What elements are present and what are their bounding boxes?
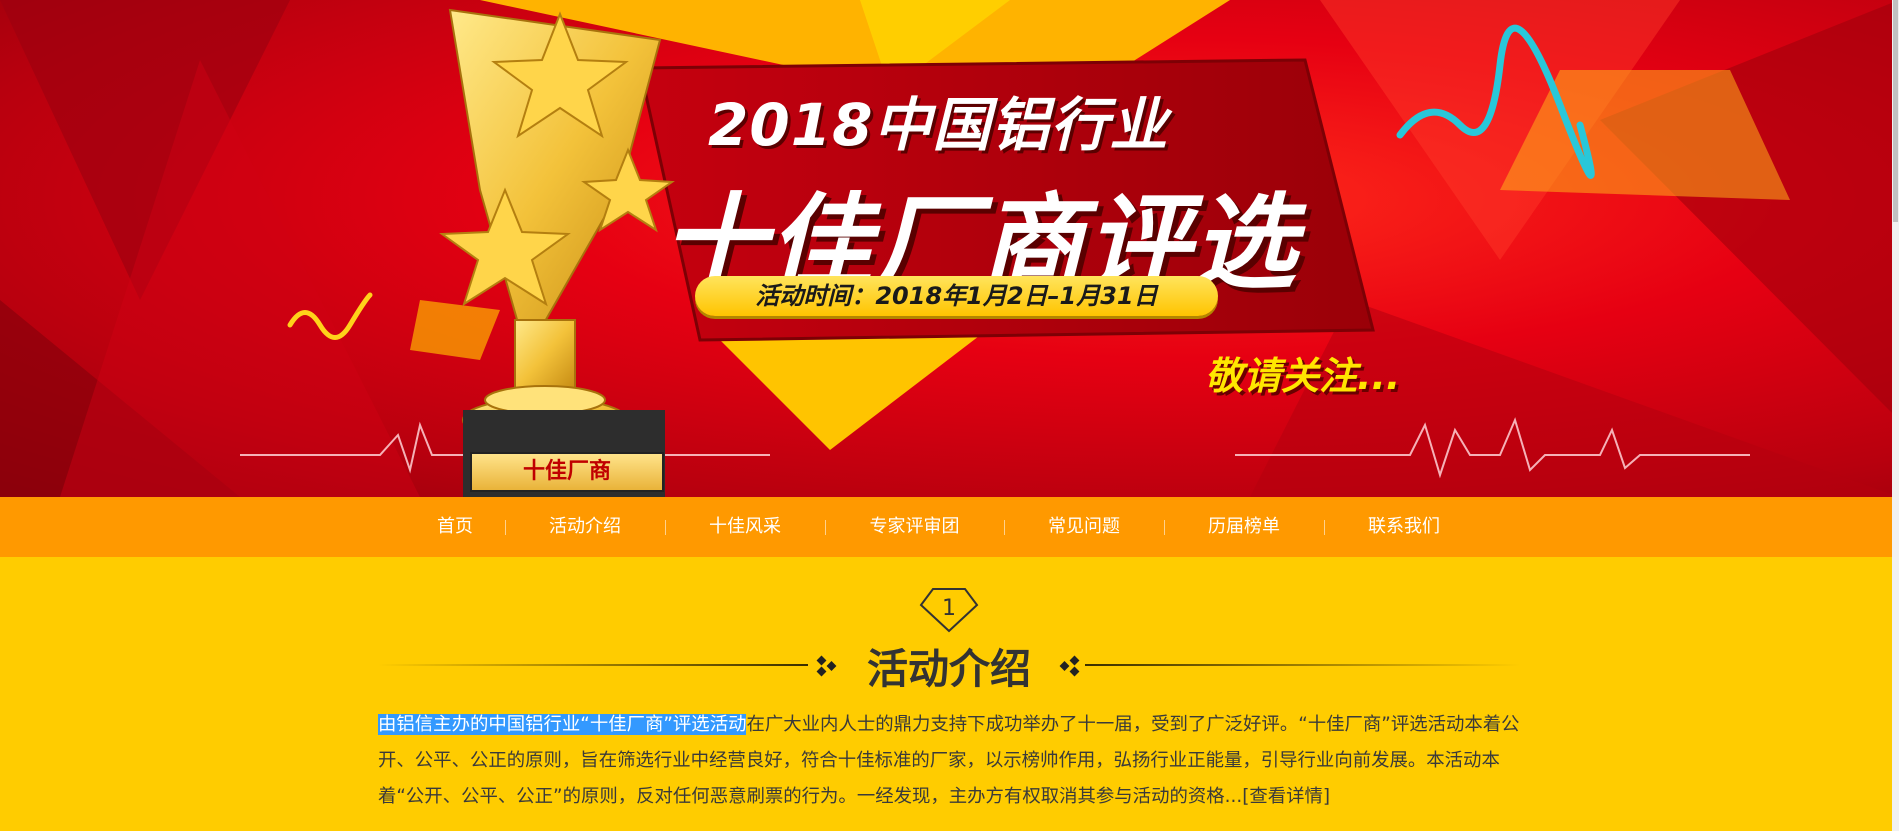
trophy-plaque: 十佳厂商 xyxy=(470,452,664,492)
title-divider-left xyxy=(378,664,808,666)
title-divider-right xyxy=(1085,664,1520,666)
nav-item-activity-intro[interactable]: 活动介绍 xyxy=(505,497,665,557)
event-date-pill: 活动时间：2018年1月2日–1月31日 xyxy=(695,276,1218,316)
banner-attention-text: 敬请关注... xyxy=(1205,354,1401,398)
trophy-icon xyxy=(439,8,675,497)
hero-banner: 2018中国铝行业 十佳厂商评选 活动时间：2018年1月2日–1月31日 敬请… xyxy=(0,0,1899,497)
scrollbar-thumb[interactable] xyxy=(1893,0,1898,222)
nav-item-contact-us[interactable]: 联系我们 xyxy=(1324,497,1484,557)
section-title: 活动介绍 xyxy=(867,645,1031,693)
nav-item-top10-showcase[interactable]: 十佳风采 xyxy=(665,497,825,557)
diamond-ornament-icon xyxy=(816,655,837,677)
nav-item-expert-panel[interactable]: 专家评审团 xyxy=(825,497,1004,557)
nav-item-home[interactable]: 首页 xyxy=(405,497,505,557)
diamond-ornament-icon xyxy=(1059,655,1080,677)
view-details-link[interactable]: [查看详情] xyxy=(1242,786,1330,807)
main-navigation: 首页 活动介绍 十佳风采 专家评审团 常见问题 历届榜单 联系我们 xyxy=(0,497,1899,557)
section-number: 1 xyxy=(942,596,956,621)
selected-text: 由铝信主办的中国铝行业“十佳厂商”评选活动 xyxy=(378,714,747,735)
page-scrollbar[interactable] xyxy=(1892,0,1899,831)
nav-item-faq[interactable]: 常见问题 xyxy=(1004,497,1164,557)
nav-list: 首页 活动介绍 十佳风采 专家评审团 常见问题 历届榜单 联系我们 xyxy=(405,497,1484,557)
nav-item-past-rankings[interactable]: 历届榜单 xyxy=(1164,497,1324,557)
intro-paragraph: 由铝信主办的中国铝行业“十佳厂商”评选活动在广大业内人士的鼎力支持下成功举办了十… xyxy=(378,707,1520,815)
activity-intro-section: 1 活动介绍 由铝信主办的中国铝行业“十佳厂商”评选活动在广大业内人士的鼎力支持… xyxy=(0,557,1899,831)
banner-title-year: 2018中国铝行业 xyxy=(708,91,1169,159)
